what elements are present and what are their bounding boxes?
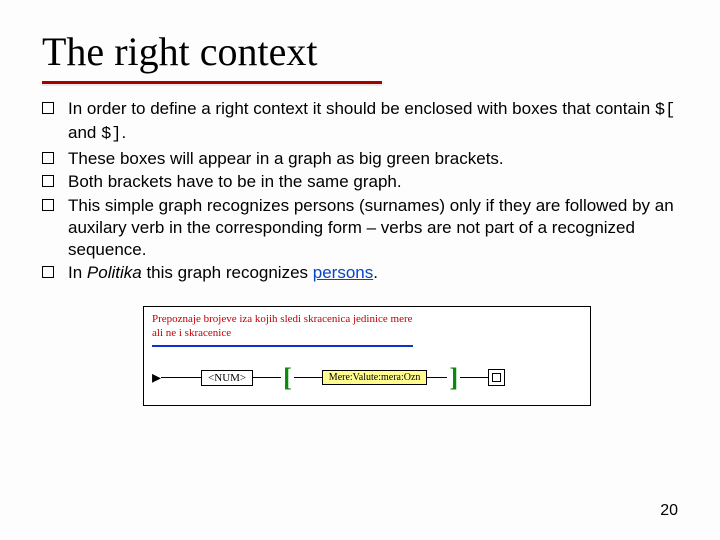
graph-row: ▸ <NUM> [ Mere:Valute:mera:Ozn ] bbox=[152, 365, 582, 391]
open-bracket-icon: [ bbox=[281, 365, 294, 391]
persons-link[interactable]: persons bbox=[313, 263, 373, 282]
square-bullet-icon bbox=[42, 199, 54, 211]
graph-wire bbox=[253, 377, 281, 378]
bullet-text: This simple graph recognizes persons (su… bbox=[68, 195, 692, 260]
figure-container: Prepoznaje brojeve iza kojih sledi skrac… bbox=[42, 306, 692, 406]
graph-node-mere: Mere:Valute:mera:Ozn bbox=[322, 370, 428, 385]
square-bullet-icon bbox=[42, 152, 54, 164]
page-number: 20 bbox=[660, 502, 678, 520]
text-fragment: this graph recognizes bbox=[142, 263, 313, 282]
text-fragment: . bbox=[122, 123, 127, 142]
list-item: This simple graph recognizes persons (su… bbox=[42, 195, 692, 260]
graph-figure: Prepoznaje brojeve iza kojih sledi skrac… bbox=[143, 306, 591, 406]
title-underline bbox=[42, 81, 382, 84]
text-fragment: and bbox=[68, 123, 101, 142]
list-item: Both brackets have to be in the same gra… bbox=[42, 171, 692, 193]
text-fragment: . bbox=[373, 263, 378, 282]
list-item: In order to define a right context it sh… bbox=[42, 98, 692, 146]
caption-line: ali ne i skracenice bbox=[152, 327, 231, 339]
bullet-text: In order to define a right context it sh… bbox=[68, 98, 692, 146]
text-fragment: In bbox=[68, 263, 87, 282]
close-bracket-icon: ] bbox=[447, 365, 460, 391]
start-arrow-icon: ▸ bbox=[152, 367, 161, 388]
square-bullet-icon bbox=[42, 175, 54, 187]
bullet-text: Both brackets have to be in the same gra… bbox=[68, 171, 692, 193]
figure-caption: Prepoznaje brojeve iza kojih sledi skrac… bbox=[152, 313, 413, 347]
graph-node-num: <NUM> bbox=[201, 370, 253, 386]
text-fragment: In order to define a right context it sh… bbox=[68, 99, 655, 118]
end-node-icon bbox=[488, 369, 505, 386]
graph-wire bbox=[161, 377, 201, 378]
bullet-list: In order to define a right context it sh… bbox=[42, 98, 692, 284]
square-bullet-icon bbox=[42, 102, 54, 114]
italic-fragment: Politika bbox=[87, 263, 142, 282]
bullet-text: In Politika this graph recognizes person… bbox=[68, 262, 692, 284]
graph-wire bbox=[294, 377, 322, 378]
graph-wire bbox=[427, 377, 447, 378]
list-item: In Politika this graph recognizes person… bbox=[42, 262, 692, 284]
slide-title: The right context bbox=[42, 28, 692, 75]
square-bullet-icon bbox=[42, 266, 54, 278]
caption-line: Prepoznaje brojeve iza kojih sledi skrac… bbox=[152, 313, 413, 325]
list-item: These boxes will appear in a graph as bi… bbox=[42, 148, 692, 170]
code-fragment: $] bbox=[101, 125, 121, 144]
bullet-text: These boxes will appear in a graph as bi… bbox=[68, 148, 692, 170]
code-fragment: $[ bbox=[655, 101, 675, 120]
graph-wire bbox=[460, 377, 488, 378]
